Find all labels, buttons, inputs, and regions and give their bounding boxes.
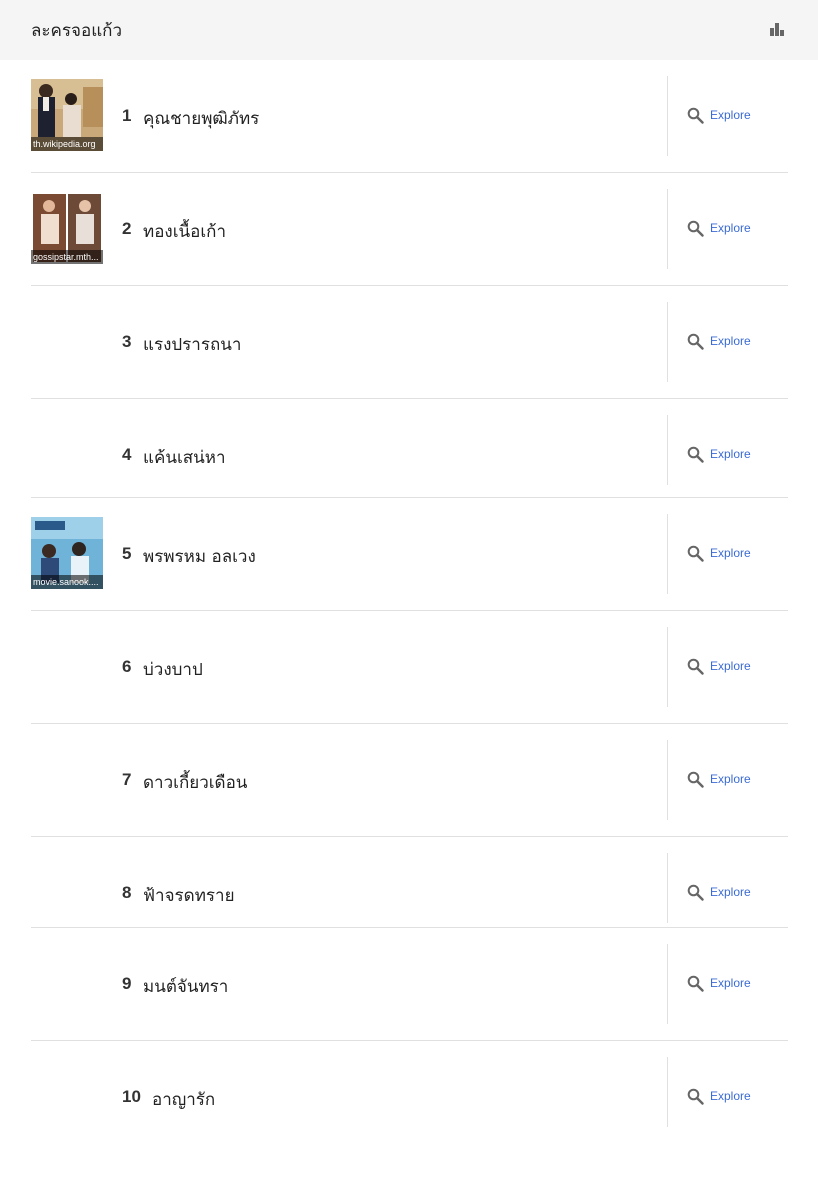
search-icon	[687, 446, 704, 463]
explore-button[interactable]: Explore	[687, 444, 751, 464]
list-item: 10 อาญารัก Explore	[31, 1041, 788, 1154]
explore-button[interactable]: Explore	[687, 543, 751, 563]
explore-button[interactable]: Explore	[687, 218, 751, 238]
list-item: 7 ดาวเกี้ยวเดือน Explore	[31, 724, 788, 837]
item-title[interactable]: แค้นเสน่หา	[143, 444, 226, 471]
explore-button[interactable]: Explore	[687, 656, 751, 676]
item-thumbnail[interactable]: th.wikipedia.org	[31, 79, 103, 151]
item-title[interactable]: ทองเนื้อเก้า	[143, 218, 226, 245]
vertical-divider	[667, 514, 668, 594]
vertical-divider	[667, 627, 668, 707]
explore-label: Explore	[710, 546, 751, 560]
search-icon	[687, 658, 704, 675]
explore-label: Explore	[710, 1089, 751, 1103]
image-source-label: movie.sanook....	[31, 575, 103, 589]
search-icon	[687, 771, 704, 788]
search-icon	[687, 107, 704, 124]
list-item: 9 มนต์จันทรา Explore	[31, 928, 788, 1041]
item-title[interactable]: คุณชายพุฒิภัทร	[143, 105, 259, 132]
rank-number: 6	[122, 657, 132, 676]
explore-label: Explore	[710, 772, 751, 786]
item-title[interactable]: ดาวเกี้ยวเดือน	[143, 769, 247, 796]
item-title[interactable]: พรพรหม อลเวง	[143, 543, 256, 570]
vertical-divider	[667, 944, 668, 1024]
list-item: 4 แค้นเสน่หา Explore	[31, 399, 788, 498]
explore-button[interactable]: Explore	[687, 769, 751, 789]
rank-number: 1	[122, 106, 132, 125]
item-title[interactable]: อาญารัก	[152, 1086, 215, 1113]
search-icon	[687, 975, 704, 992]
vertical-divider	[667, 76, 668, 156]
explore-label: Explore	[710, 108, 751, 122]
explore-button[interactable]: Explore	[687, 1086, 751, 1106]
rank-number: 8	[122, 883, 132, 902]
search-icon	[687, 333, 704, 350]
vertical-divider	[667, 415, 668, 485]
explore-label: Explore	[710, 885, 751, 899]
search-icon	[687, 1088, 704, 1105]
explore-label: Explore	[710, 659, 751, 673]
vertical-divider	[667, 302, 668, 382]
item-title[interactable]: มนต์จันทรา	[143, 973, 228, 1000]
vertical-divider	[667, 1057, 668, 1127]
item-thumbnail[interactable]: movie.sanook....	[31, 517, 103, 589]
list-item: gossipstar.mth... 2 ทองเนื้อเก้า Explore	[31, 173, 788, 286]
page-title: ละครจอแก้ว	[31, 21, 123, 41]
rank-number: 10	[122, 1087, 141, 1106]
search-icon	[687, 545, 704, 562]
explore-button[interactable]: Explore	[687, 973, 751, 993]
explore-label: Explore	[710, 976, 751, 990]
rank-number: 7	[122, 770, 132, 789]
explore-label: Explore	[710, 447, 751, 461]
image-source-label: th.wikipedia.org	[31, 137, 103, 151]
list-item: 3 แรงปรารถนา Explore	[31, 286, 788, 399]
search-icon	[687, 884, 704, 901]
header-bar: ละครจอแก้ว	[0, 0, 818, 60]
explore-button[interactable]: Explore	[687, 882, 751, 902]
rank-number: 4	[122, 445, 132, 464]
search-icon	[687, 220, 704, 237]
list-item: th.wikipedia.org 1 คุณชายพุฒิภัทร Explor…	[31, 60, 788, 173]
explore-button[interactable]: Explore	[687, 105, 751, 125]
bar-chart-icon[interactable]	[770, 22, 785, 37]
rank-number: 5	[122, 544, 132, 563]
list-item: movie.sanook.... 5 พรพรหม อลเวง Explore	[31, 498, 788, 611]
vertical-divider	[667, 740, 668, 820]
explore-label: Explore	[710, 334, 751, 348]
explore-button[interactable]: Explore	[687, 331, 751, 351]
item-thumbnail[interactable]: gossipstar.mth...	[31, 192, 103, 264]
vertical-divider	[667, 189, 668, 269]
image-source-label: gossipstar.mth...	[31, 250, 103, 264]
explore-label: Explore	[710, 221, 751, 235]
rank-number: 9	[122, 974, 132, 993]
vertical-divider	[667, 853, 668, 923]
item-title[interactable]: บ่วงบาป	[143, 656, 203, 683]
rank-number: 3	[122, 332, 132, 351]
rank-number: 2	[122, 219, 132, 238]
list-item: 6 บ่วงบาป Explore	[31, 611, 788, 724]
item-title[interactable]: แรงปรารถนา	[143, 331, 241, 358]
item-title[interactable]: ฟ้าจรดทราย	[143, 882, 235, 909]
list-item: 8 ฟ้าจรดทราย Explore	[31, 837, 788, 928]
